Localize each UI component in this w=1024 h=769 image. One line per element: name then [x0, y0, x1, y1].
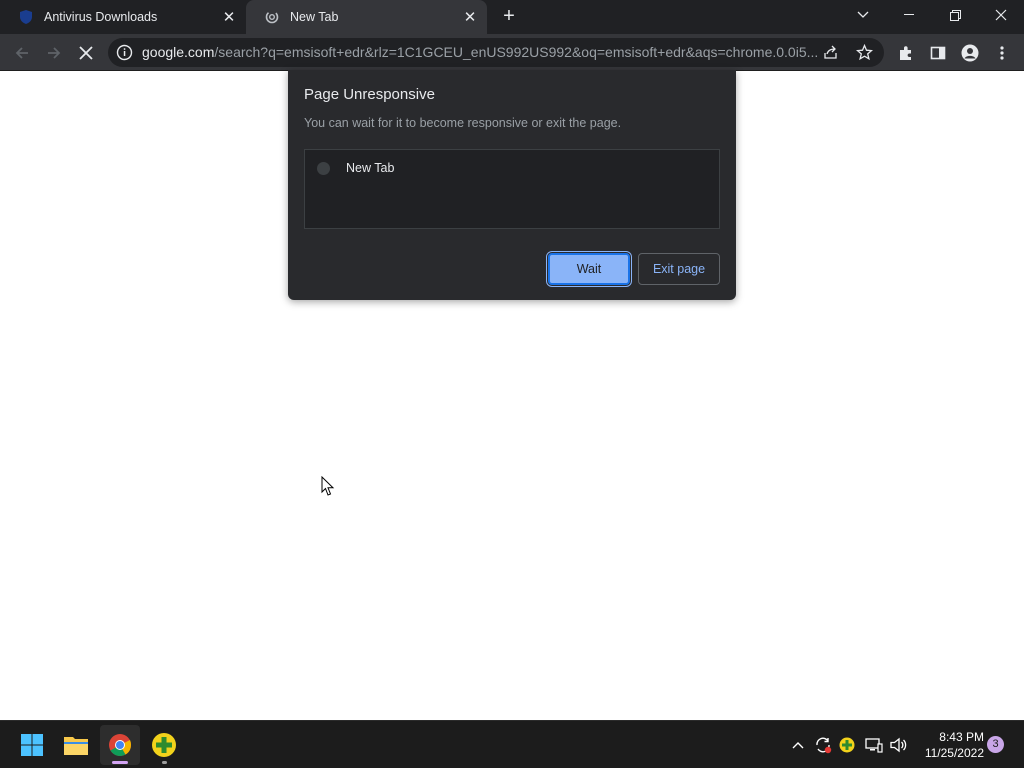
loading-spinner-icon: [264, 9, 280, 25]
address-text: google.com/search?q=emsisoft+edr&rlz=1C1…: [142, 38, 822, 67]
extensions-icon[interactable]: [893, 40, 919, 66]
close-window-icon[interactable]: [978, 0, 1024, 30]
menu-kebab-icon[interactable]: [989, 40, 1015, 66]
list-item: New Tab: [317, 160, 394, 176]
tab-strip: Antivirus Downloads ✕ New Tab ✕ +: [0, 0, 1024, 34]
tab-title: New Tab: [290, 10, 339, 24]
file-explorer-icon[interactable]: [56, 725, 96, 765]
dialog-message: You can wait for it to become responsive…: [304, 116, 622, 130]
windows-start-icon[interactable]: [12, 725, 52, 765]
new-tab-button[interactable]: +: [497, 5, 521, 29]
network-icon[interactable]: [863, 721, 885, 769]
forward-icon[interactable]: [41, 40, 67, 66]
notification-badge[interactable]: 3: [987, 736, 1004, 753]
profile-icon[interactable]: [957, 40, 983, 66]
restore-icon[interactable]: [932, 0, 978, 30]
globe-icon: [317, 161, 330, 175]
close-tab-icon[interactable]: ✕: [220, 8, 238, 26]
shield-icon: [18, 9, 34, 25]
stop-loading-icon[interactable]: [73, 40, 99, 66]
site-info-icon[interactable]: [116, 44, 133, 61]
address-path: /search?q=emsisoft+edr&rlz=1C1GCEU_enUS9…: [214, 44, 819, 60]
emsisoft-tray-icon[interactable]: [836, 721, 858, 769]
back-icon[interactable]: [9, 40, 35, 66]
address-host: google.com: [142, 44, 215, 60]
wait-button[interactable]: Wait: [546, 251, 632, 287]
list-item-label: New Tab: [346, 161, 395, 175]
active-app-indicator: [112, 761, 128, 764]
chrome-icon[interactable]: [100, 725, 140, 765]
minimize-icon[interactable]: [886, 0, 932, 30]
dialog-title: Page Unresponsive: [304, 86, 435, 103]
clock-date: 11/25/2022: [924, 746, 984, 760]
tab-new-tab[interactable]: New Tab ✕: [246, 0, 487, 34]
bookmark-star-icon[interactable]: [855, 43, 874, 61]
tab-antivirus-downloads[interactable]: Antivirus Downloads ✕: [0, 0, 246, 34]
clock-time: 8:43 PM: [939, 730, 984, 744]
volume-icon[interactable]: [888, 721, 910, 769]
browser-toolbar: google.com/search?q=emsisoft+edr&rlz=1C1…: [0, 34, 1024, 71]
address-bar[interactable]: google.com/search?q=emsisoft+edr&rlz=1C1…: [108, 38, 884, 67]
running-app-indicator: [162, 761, 167, 764]
close-tab-icon[interactable]: ✕: [461, 8, 479, 26]
system-clock[interactable]: 8:43 PM 11/25/2022: [912, 729, 984, 761]
show-hidden-icons-icon[interactable]: [788, 721, 808, 769]
unresponsive-pages-list: New Tab: [304, 149, 720, 229]
tab-search-icon[interactable]: [840, 0, 886, 30]
page-unresponsive-dialog: Page Unresponsive You can wait for it to…: [288, 70, 736, 300]
sync-icon[interactable]: [812, 721, 834, 769]
mouse-cursor-icon: [321, 476, 335, 496]
exit-page-button[interactable]: Exit page: [638, 253, 720, 285]
emsisoft-icon[interactable]: [144, 725, 184, 765]
taskbar: 8:43 PM 11/25/2022: [0, 720, 1024, 768]
share-icon[interactable]: [822, 44, 839, 61]
side-panel-icon[interactable]: [925, 40, 951, 66]
tab-title: Antivirus Downloads: [44, 10, 158, 24]
